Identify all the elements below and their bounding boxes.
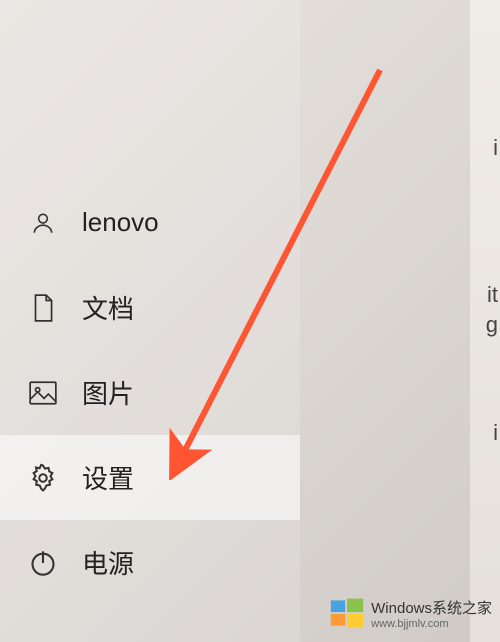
settings-item[interactable]: 设置: [0, 435, 300, 520]
gear-icon: [28, 463, 58, 493]
pictures-label: 图片: [82, 374, 134, 411]
documents-label: 文档: [82, 289, 134, 326]
pictures-item[interactable]: 图片: [0, 350, 300, 435]
watermark-title: Windows系统之家: [371, 601, 492, 618]
start-menu-list: lenovo 文档 图片 设置: [0, 180, 300, 605]
documents-item[interactable]: 文档: [0, 265, 300, 350]
power-label: 电源: [82, 544, 134, 581]
picture-icon: [28, 378, 58, 408]
cropped-text-fragment: g: [486, 312, 498, 338]
cropped-text-fragment: i: [493, 135, 498, 161]
power-icon: [28, 548, 58, 578]
watermark: Windows系统之家 www.bjjmlv.com: [329, 595, 492, 636]
power-item[interactable]: 电源: [0, 520, 300, 605]
settings-label: 设置: [82, 459, 134, 496]
document-icon: [28, 293, 58, 323]
watermark-text: Windows系统之家 www.bjjmlv.com: [371, 601, 492, 630]
cropped-text-fragment: it: [487, 282, 498, 308]
windows-logo-icon: [329, 595, 365, 636]
cropped-text-fragment: i: [493, 420, 498, 446]
user-account-item[interactable]: lenovo: [0, 180, 300, 265]
user-name-label: lenovo: [82, 207, 159, 238]
watermark-url: www.bjjmlv.com: [371, 618, 492, 630]
user-icon: [28, 208, 58, 238]
